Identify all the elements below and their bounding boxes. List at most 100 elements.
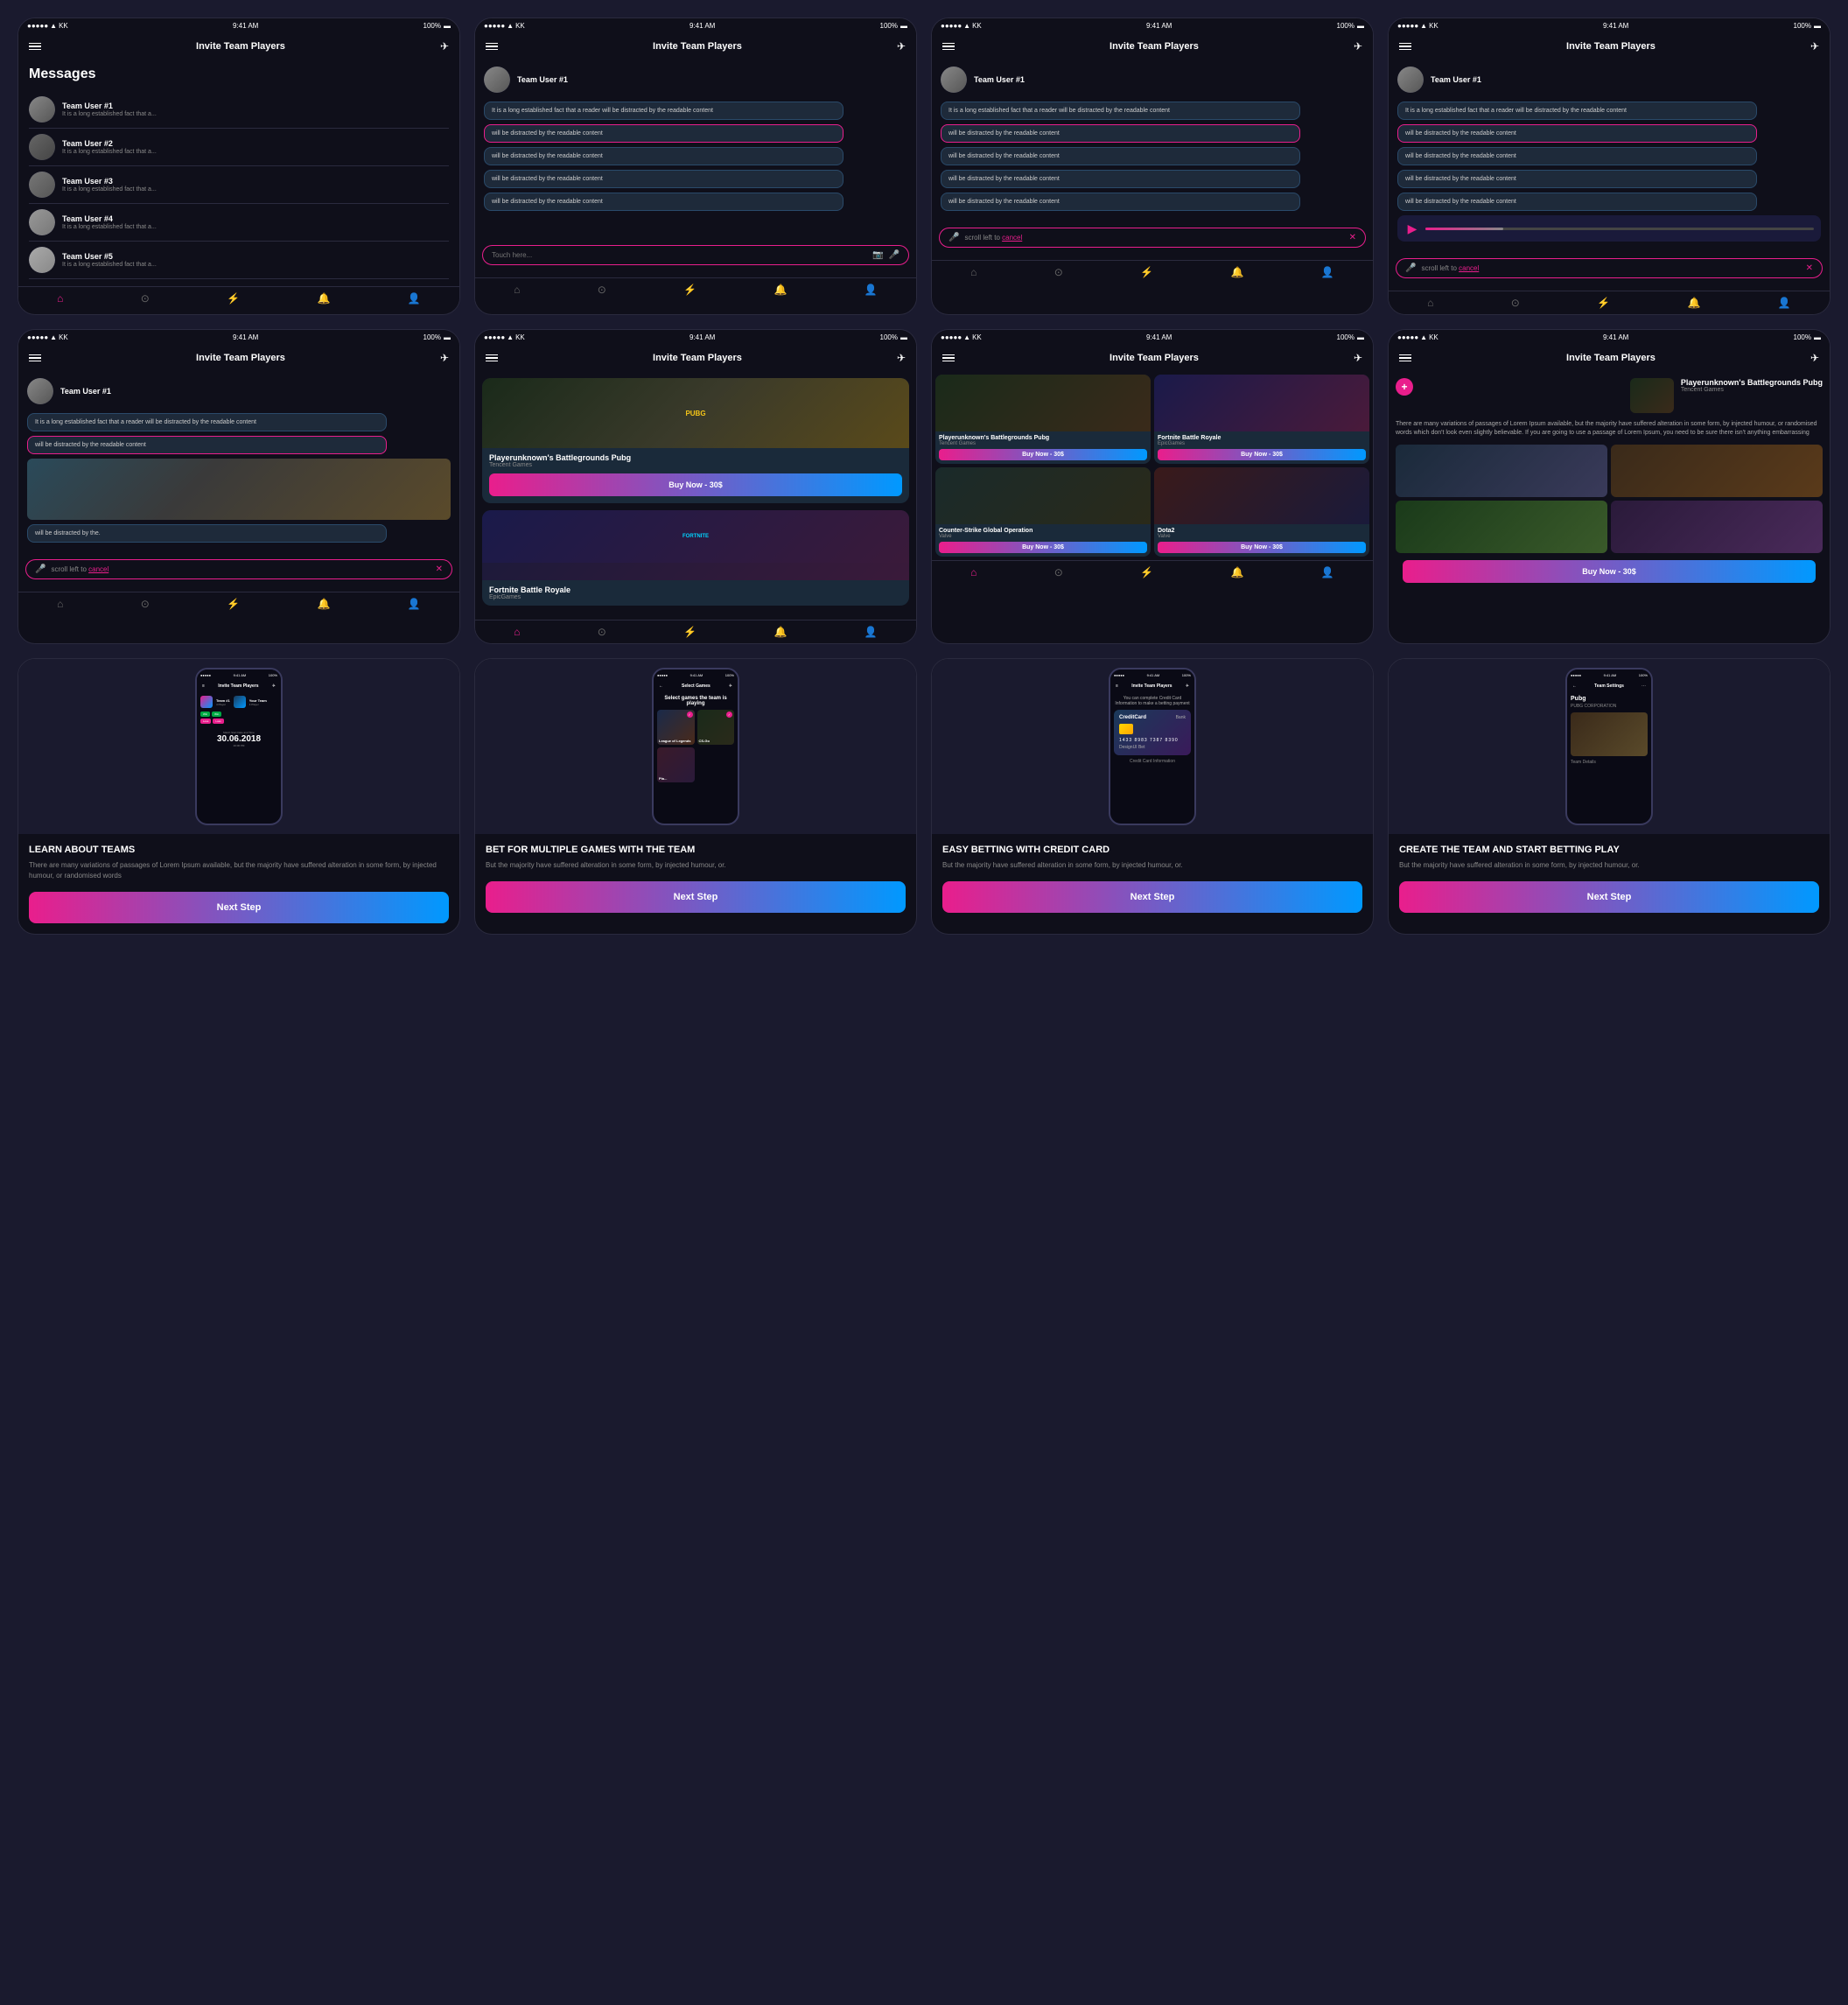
- team-nav-icon[interactable]: ⚡: [1140, 266, 1153, 278]
- buy-detail-button[interactable]: Buy Now - 30$: [1403, 560, 1816, 583]
- profile-nav-icon[interactable]: 👤: [864, 626, 878, 638]
- search-nav-icon[interactable]: ⊙: [141, 598, 150, 610]
- next-step-button-3[interactable]: Next Step: [942, 881, 1362, 913]
- buy-pubg2-button[interactable]: Buy Now - 30$: [939, 449, 1147, 460]
- next-step-button-2[interactable]: Next Step: [486, 881, 906, 913]
- wifi-icon: ▲: [1420, 22, 1427, 30]
- home-nav-icon[interactable]: ⌂: [57, 292, 63, 305]
- mini-team-name: Team #1: [216, 698, 230, 703]
- menu-icon[interactable]: [486, 354, 498, 362]
- team-nav-icon[interactable]: ⚡: [227, 292, 240, 305]
- menu-icon[interactable]: [486, 43, 498, 51]
- bell-nav-icon[interactable]: 🔔: [318, 292, 331, 305]
- shop-grid-pubg[interactable]: Playerunknown's Battlegrounds Pubg Tence…: [935, 375, 1151, 464]
- bell-nav-icon[interactable]: 🔔: [1231, 266, 1244, 278]
- cancel-link-2[interactable]: cancel: [1459, 264, 1479, 272]
- menu-icon[interactable]: [942, 43, 955, 51]
- search-nav-icon[interactable]: ⊙: [1054, 266, 1063, 278]
- home-nav-icon[interactable]: ⌂: [970, 266, 976, 278]
- next-step-button-4[interactable]: Next Step: [1399, 881, 1819, 913]
- top-nav: Invite Team Players ✈: [1389, 33, 1830, 60]
- search-nav-icon[interactable]: ⊙: [598, 626, 606, 638]
- home-nav-icon[interactable]: ⌂: [57, 598, 63, 610]
- send-icon[interactable]: ✈: [1354, 40, 1362, 53]
- menu-icon[interactable]: [1399, 43, 1411, 51]
- search-nav-icon[interactable]: ⊙: [141, 292, 150, 305]
- team-nav-icon[interactable]: ⚡: [683, 284, 696, 296]
- camera-icon[interactable]: 📷: [872, 250, 883, 260]
- shop-grid-fortnite[interactable]: Fortnite Battle Royale EpicGames Buy Now…: [1154, 375, 1369, 464]
- bell-nav-icon[interactable]: 🔔: [1231, 566, 1244, 578]
- chat-input[interactable]: [492, 251, 867, 259]
- send-icon[interactable]: ✈: [1354, 352, 1362, 364]
- signal-icon: ●●●●●: [484, 333, 505, 341]
- team-nav-icon[interactable]: ⚡: [1597, 297, 1610, 309]
- add-icon[interactable]: +: [1396, 378, 1413, 396]
- profile-nav-icon[interactable]: 👤: [408, 598, 421, 610]
- list-item[interactable]: Team User #5 It is a long established fa…: [29, 242, 449, 279]
- tutorial-phone-preview-2: ●●●●● 9:41 AM 100% ← Select Games ✈ Sele…: [475, 659, 916, 834]
- mic-icon[interactable]: 🎤: [889, 250, 900, 260]
- shop-grid-csgo[interactable]: Counter-Strike Global Operation Valve Bu…: [935, 467, 1151, 557]
- profile-nav-icon[interactable]: 👤: [864, 284, 878, 296]
- profile-nav-icon[interactable]: 👤: [1321, 266, 1334, 278]
- search-nav-icon[interactable]: ⊙: [1054, 566, 1063, 578]
- search-nav-icon[interactable]: ⊙: [1511, 297, 1520, 309]
- send-icon[interactable]: ✈: [440, 40, 449, 53]
- profile-nav-icon[interactable]: 👤: [1321, 566, 1334, 578]
- send-icon[interactable]: ✈: [1810, 40, 1819, 53]
- send-icon[interactable]: ✈: [897, 352, 906, 364]
- cancel-link-3[interactable]: cancel: [88, 565, 108, 573]
- home-nav-icon[interactable]: ⌂: [970, 566, 976, 578]
- next-step-button-1[interactable]: Next Step: [29, 892, 449, 923]
- bell-nav-icon[interactable]: 🔔: [774, 284, 788, 296]
- buy-fortnite2-button[interactable]: Buy Now - 30$: [1158, 449, 1366, 460]
- play-button[interactable]: ▶: [1404, 221, 1420, 236]
- list-item[interactable]: Team User #1 It is a long established fa…: [29, 91, 449, 129]
- bell-nav-icon[interactable]: 🔔: [774, 626, 788, 638]
- close-icon-2[interactable]: ✕: [1806, 263, 1813, 273]
- list-item[interactable]: Team User #3 It is a long established fa…: [29, 166, 449, 204]
- tutorial-desc-4: But the majority have suffered alteratio…: [1399, 860, 1819, 871]
- home-nav-icon[interactable]: ⌂: [514, 626, 520, 638]
- nav-title: Invite Team Players: [1566, 353, 1656, 363]
- list-item[interactable]: Team User #4 It is a long established fa…: [29, 204, 449, 242]
- team-nav-icon[interactable]: ⚡: [1140, 566, 1153, 578]
- bell-nav-icon[interactable]: 🔔: [318, 598, 331, 610]
- team-nav-icon[interactable]: ⚡: [683, 626, 696, 638]
- buy-dota-button[interactable]: Buy Now - 30$: [1158, 542, 1366, 553]
- close-icon-3[interactable]: ✕: [436, 564, 443, 574]
- audio-progress-bar[interactable]: [1425, 228, 1814, 230]
- send-icon[interactable]: ✈: [1810, 352, 1819, 364]
- voice-cancel-bar-2[interactable]: 🎤 scroll left to cancel ✕: [1396, 258, 1823, 278]
- screenshot-4-img: [1611, 501, 1823, 553]
- search-nav-icon[interactable]: ⊙: [598, 284, 606, 296]
- user-preview: It is a long established fact that a...: [62, 149, 157, 155]
- profile-nav-icon[interactable]: 👤: [1778, 297, 1791, 309]
- voice-input-area: 🎤 scroll left to cancel ✕: [932, 228, 1373, 260]
- buy-csgo-button[interactable]: Buy Now - 30$: [939, 542, 1147, 553]
- team-nav-icon[interactable]: ⚡: [227, 598, 240, 610]
- menu-icon[interactable]: [942, 354, 955, 362]
- profile-nav-icon[interactable]: 👤: [408, 292, 421, 305]
- menu-icon[interactable]: [1399, 354, 1411, 362]
- voice-cancel-bar[interactable]: 🎤 scroll left to cancel ✕: [939, 228, 1366, 248]
- menu-icon[interactable]: [29, 43, 41, 51]
- voice-cancel-bar-3[interactable]: 🎤 scroll left to cancel ✕: [25, 559, 452, 579]
- chat-user-name: Team User #1: [517, 75, 568, 84]
- bell-nav-icon[interactable]: 🔔: [1688, 297, 1701, 309]
- close-icon[interactable]: ✕: [1349, 233, 1356, 242]
- shop-card-fortnite[interactable]: FORTNITE Fortnite Battle Royale EpicGame…: [482, 510, 909, 606]
- send-icon[interactable]: ✈: [440, 352, 449, 364]
- chat-input-bar[interactable]: 📷 🎤: [482, 245, 909, 265]
- menu-icon[interactable]: [29, 354, 41, 362]
- home-nav-icon[interactable]: ⌂: [1427, 297, 1433, 309]
- shop-card-pubg[interactable]: PUBG Playerunknown's Battlegrounds Pubg …: [482, 378, 909, 503]
- buy-pubg-button[interactable]: Buy Now - 30$: [489, 473, 902, 496]
- send-icon[interactable]: ✈: [897, 40, 906, 53]
- shop-grid-dota[interactable]: Dota2 Valve Buy Now - 30$: [1154, 467, 1369, 557]
- list-item[interactable]: Team User #2 It is a long established fa…: [29, 129, 449, 166]
- home-nav-icon[interactable]: ⌂: [514, 284, 520, 296]
- status-bar-5: ●●●●●▲KK 9:41 AM 100%▬: [18, 330, 459, 345]
- cancel-link[interactable]: cancel: [1002, 234, 1022, 242]
